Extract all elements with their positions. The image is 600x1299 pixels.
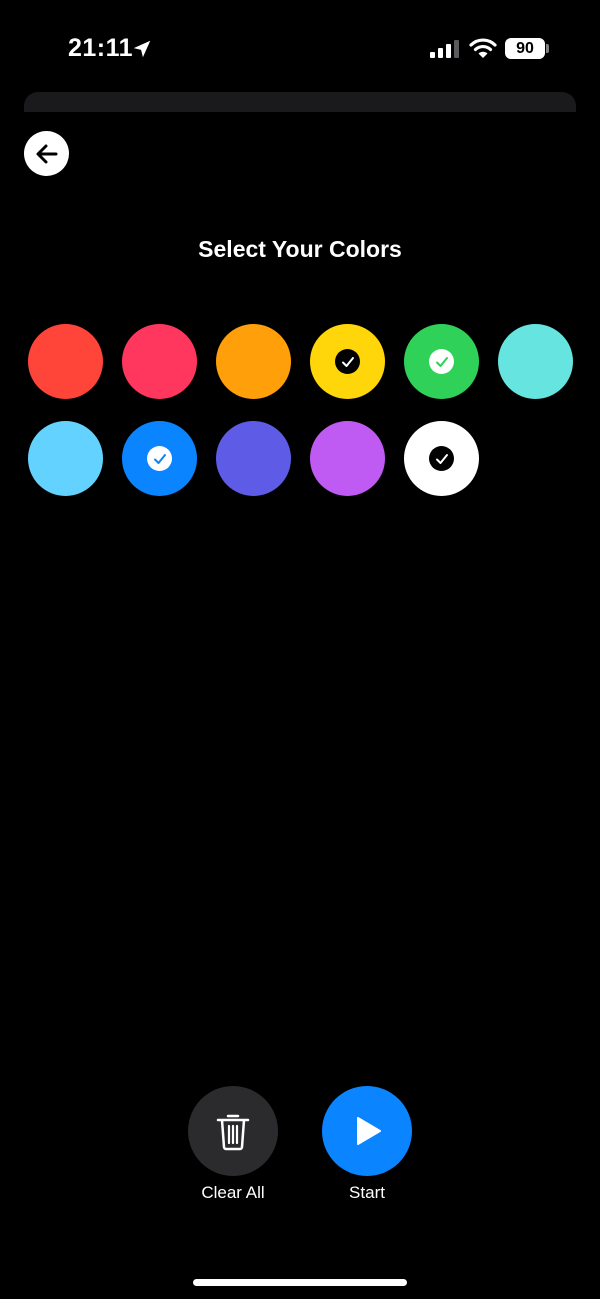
color-swatch-white[interactable] bbox=[404, 421, 479, 496]
start-label: Start bbox=[349, 1183, 385, 1202]
battery-indicator: 90 bbox=[505, 38, 545, 59]
checkmark-icon bbox=[335, 349, 360, 374]
checkmark-icon bbox=[429, 349, 454, 374]
color-swatch-teal[interactable] bbox=[498, 324, 573, 399]
trash-icon bbox=[216, 1114, 250, 1151]
color-swatch-pink[interactable] bbox=[122, 324, 197, 399]
back-button[interactable] bbox=[24, 131, 69, 176]
color-swatch-orange[interactable] bbox=[216, 324, 291, 399]
screen: 21:11 90 Select Your Colors Clear All St… bbox=[0, 0, 600, 1299]
color-swatch-indigo[interactable] bbox=[216, 421, 291, 496]
status-time: 21:11 bbox=[68, 34, 134, 62]
wifi-icon bbox=[469, 38, 497, 58]
home-indicator bbox=[193, 1279, 407, 1286]
color-swatch-green[interactable] bbox=[404, 324, 479, 399]
status-bar: 21:11 90 bbox=[0, 0, 600, 92]
checkmark-icon bbox=[147, 446, 172, 471]
color-swatch-yellow[interactable] bbox=[310, 324, 385, 399]
clear-all-button[interactable] bbox=[188, 1086, 278, 1176]
cellular-signal-icon bbox=[430, 40, 459, 58]
sheet-top-edge bbox=[24, 92, 576, 112]
page-title: Select Your Colors bbox=[198, 236, 402, 262]
clear-all-label: Clear All bbox=[201, 1183, 265, 1202]
color-swatch-purple[interactable] bbox=[310, 421, 385, 496]
color-swatch-light-blue[interactable] bbox=[28, 421, 103, 496]
play-icon bbox=[357, 1117, 381, 1145]
battery-level: 90 bbox=[516, 39, 534, 57]
color-swatch-blue[interactable] bbox=[122, 421, 197, 496]
location-arrow-icon bbox=[133, 40, 151, 58]
arrow-left-icon bbox=[36, 144, 57, 163]
start-button[interactable] bbox=[322, 1086, 412, 1176]
checkmark-icon bbox=[429, 446, 454, 471]
battery-tip bbox=[546, 44, 549, 53]
color-swatch-red[interactable] bbox=[28, 324, 103, 399]
